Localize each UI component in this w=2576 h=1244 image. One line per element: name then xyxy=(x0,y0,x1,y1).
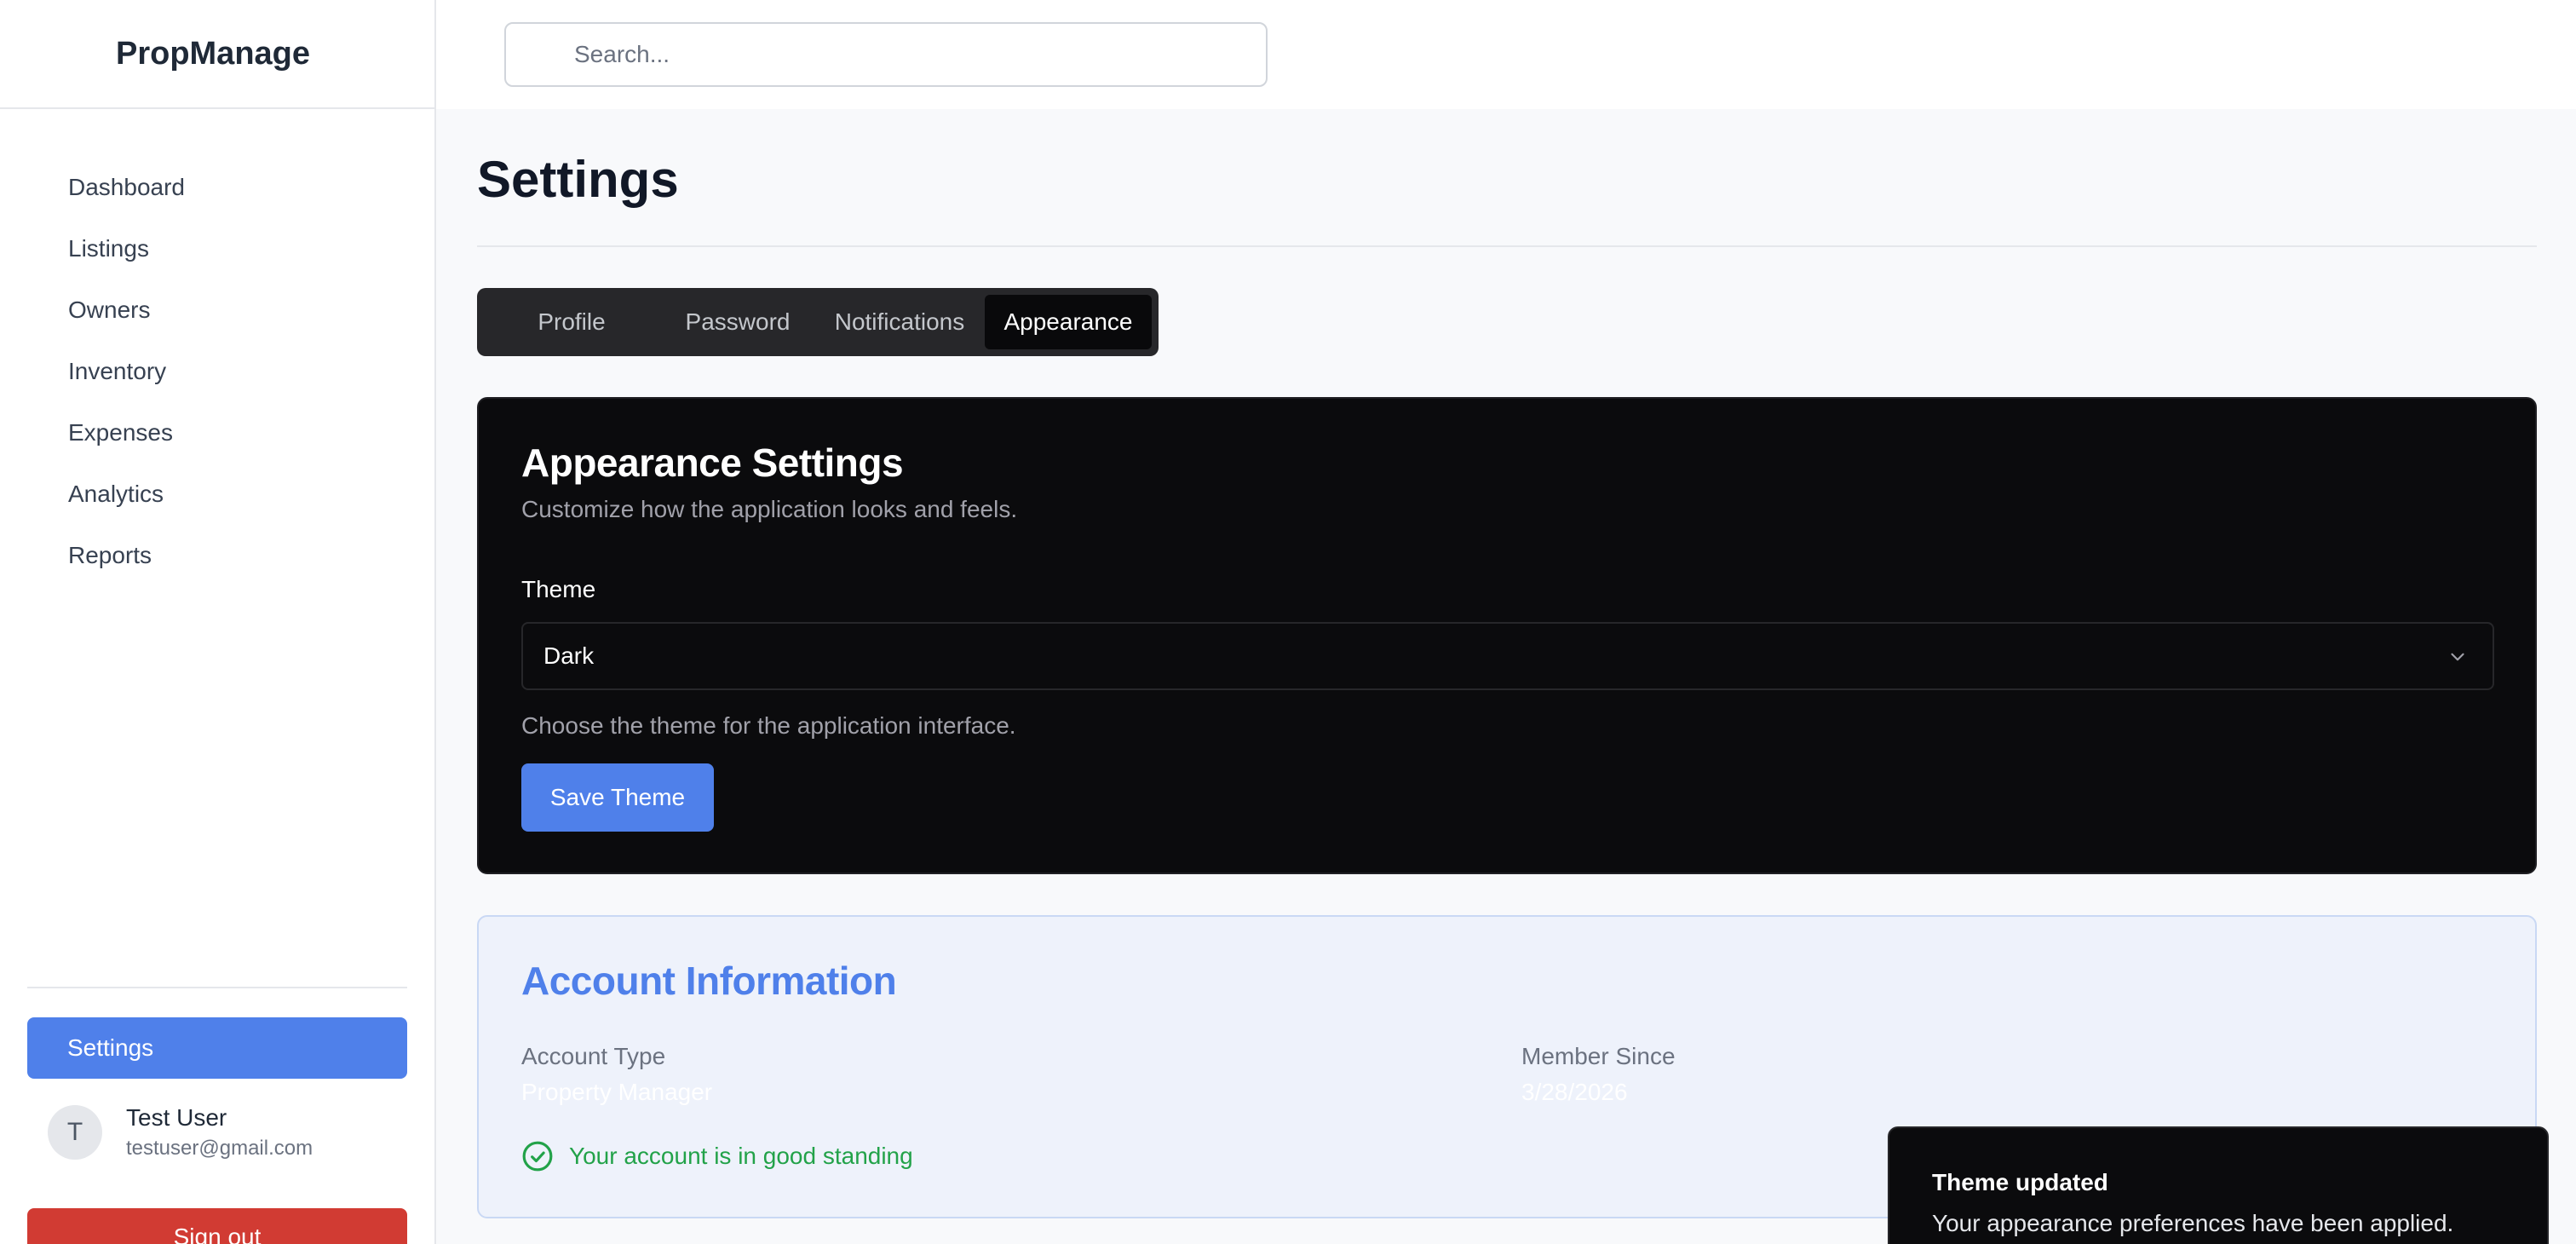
sidebar-item-settings[interactable]: Settings xyxy=(27,1017,407,1079)
theme-select-value: Dark xyxy=(543,642,595,669)
member-since-label: Member Since xyxy=(1521,1043,1676,1069)
toast-message: Your appearance preferences have been ap… xyxy=(1932,1210,2454,1236)
avatar: T xyxy=(48,1105,102,1160)
appearance-subtitle: Customize how the application looks and … xyxy=(521,496,1018,522)
tab-profile[interactable]: Profile xyxy=(482,295,661,349)
theme-label: Theme xyxy=(521,576,596,602)
sidebar-footer: Settings T Test User testuser@gmail.com xyxy=(27,987,407,1160)
user-email: testuser@gmail.com xyxy=(126,1137,313,1160)
tab-password[interactable]: Password xyxy=(661,295,814,349)
user-details: Test User testuser@gmail.com xyxy=(126,1104,313,1160)
sidebar-item-reports[interactable]: Reports xyxy=(0,525,434,586)
sidebar-item-owners[interactable]: Owners xyxy=(0,279,434,341)
sidebar-item-expenses[interactable]: Expenses xyxy=(0,402,434,464)
sign-out-button[interactable]: Sign out xyxy=(27,1208,407,1244)
appearance-settings-card: Appearance Settings Customize how the ap… xyxy=(477,397,2537,874)
toast-notification[interactable]: Theme updated Your appearance preference… xyxy=(1888,1126,2549,1244)
theme-select[interactable]: Dark xyxy=(521,622,2494,690)
divider xyxy=(477,245,2537,247)
chevron-down-icon xyxy=(2451,653,2464,661)
sidebar-item-analytics[interactable]: Analytics xyxy=(0,464,434,525)
top-bar xyxy=(436,0,2576,109)
appearance-title: Appearance Settings xyxy=(521,441,904,485)
page-title: Settings xyxy=(477,151,679,208)
search-input[interactable] xyxy=(504,22,1268,87)
settings-tabs: Profile Password Notifications Appearanc… xyxy=(477,288,1159,356)
sidebar-item-inventory[interactable]: Inventory xyxy=(0,341,434,402)
tab-appearance[interactable]: Appearance xyxy=(985,295,1152,349)
user-profile: T Test User testuser@gmail.com xyxy=(27,1104,407,1160)
toast-title: Theme updated xyxy=(1932,1169,2108,1195)
sidebar-item-dashboard[interactable]: Dashboard xyxy=(0,157,434,218)
sidebar: PropManage Dashboard Listings Owners Inv… xyxy=(0,0,436,1244)
save-theme-button[interactable]: Save Theme xyxy=(521,763,714,832)
user-name: Test User xyxy=(126,1104,227,1131)
app-brand[interactable]: PropManage xyxy=(0,0,434,109)
account-type-label: Account Type xyxy=(521,1043,666,1069)
account-type-value: Property Manager xyxy=(521,1079,713,1105)
account-title: Account Information xyxy=(521,959,897,1003)
sidebar-nav: Dashboard Listings Owners Inventory Expe… xyxy=(0,109,434,586)
account-standing: Your account is in good standing xyxy=(521,1140,913,1172)
account-standing-text: Your account is in good standing xyxy=(569,1143,913,1169)
member-since-value: 3/28/2026 xyxy=(1521,1079,1628,1105)
check-circle-icon xyxy=(522,1141,553,1172)
tab-notifications[interactable]: Notifications xyxy=(814,295,985,349)
sidebar-item-listings[interactable]: Listings xyxy=(0,218,434,279)
theme-help-text: Choose the theme for the application int… xyxy=(521,712,1016,739)
